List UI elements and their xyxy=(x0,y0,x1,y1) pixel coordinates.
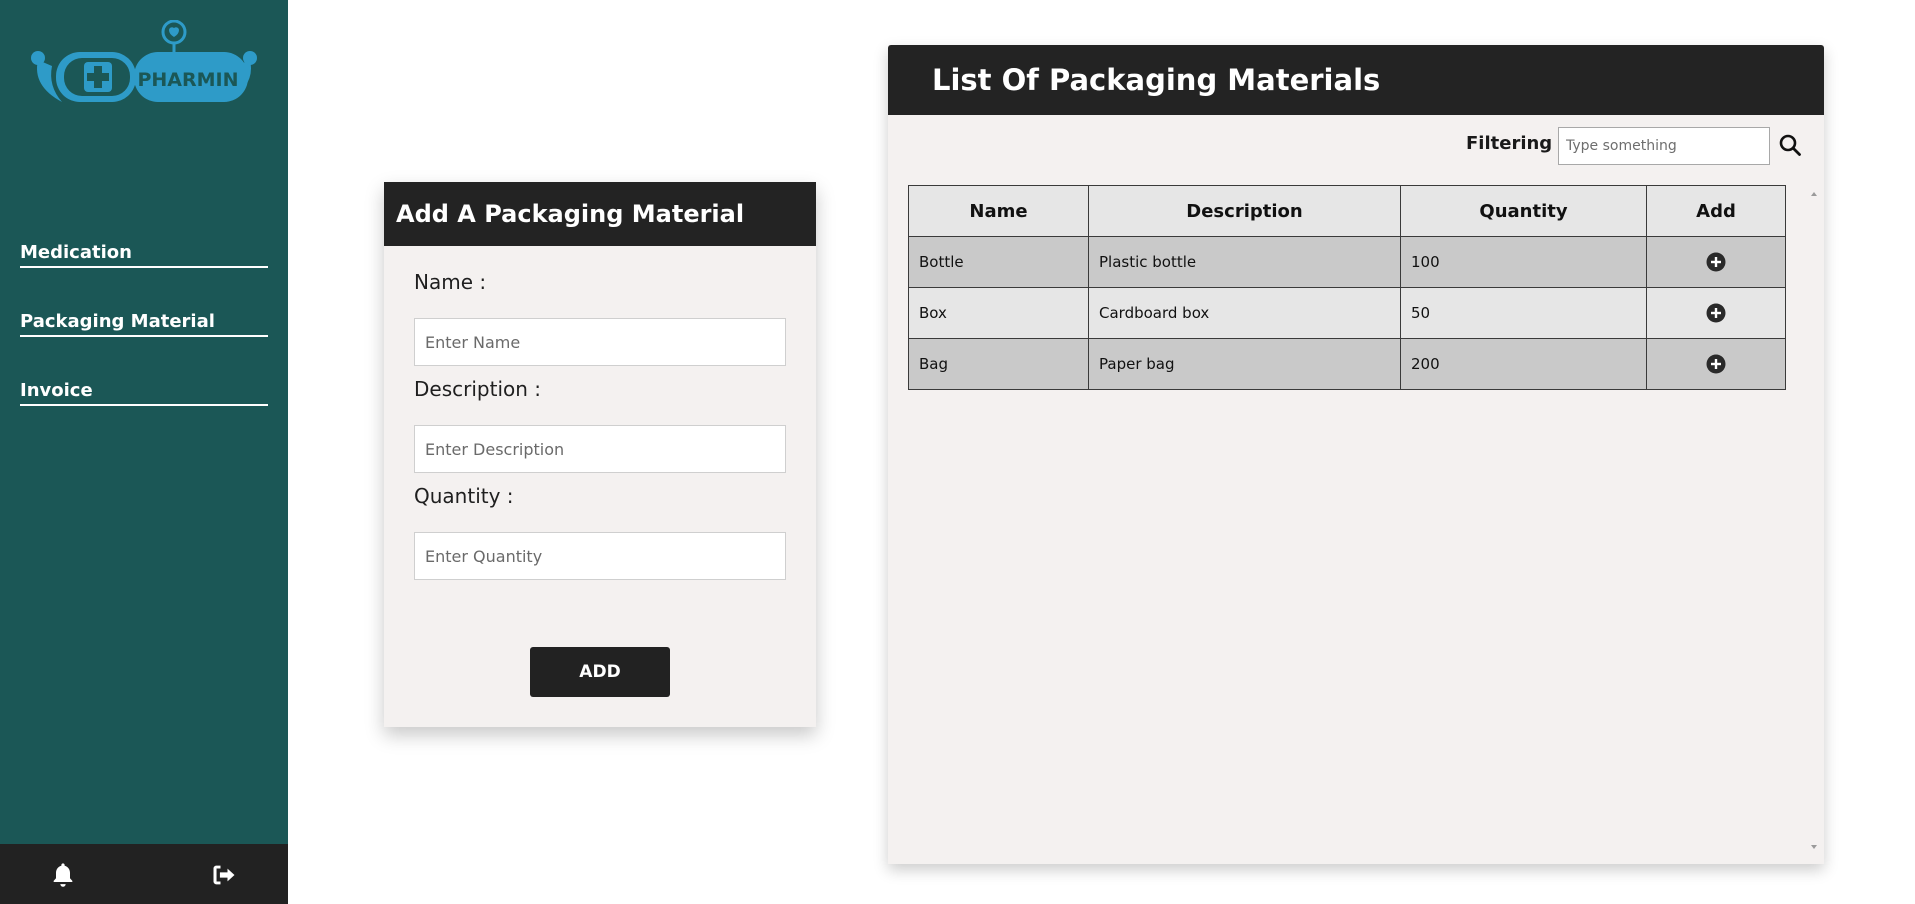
sidebar-item-invoice[interactable]: Invoice xyxy=(20,380,268,406)
cell-add xyxy=(1646,338,1786,390)
cell-description: Paper bag xyxy=(1088,338,1401,390)
description-label: Description : xyxy=(414,377,542,401)
scroll-down-arrow-icon[interactable] xyxy=(1810,843,1818,851)
cell-add xyxy=(1646,236,1786,288)
search-icon[interactable] xyxy=(1778,133,1802,157)
add-circle-icon[interactable] xyxy=(1706,252,1726,272)
table-header-row: Name Description Quantity Add xyxy=(908,185,1786,237)
sidebar-nav: Medication Packaging Material Invoice xyxy=(20,242,268,449)
column-header-quantity: Quantity xyxy=(1400,185,1647,237)
cell-description: Plastic bottle xyxy=(1088,236,1401,288)
cell-name: Bottle xyxy=(908,236,1089,288)
sidebar: PHARMIN Medication Packaging Material In… xyxy=(0,0,288,904)
cell-name: Bag xyxy=(908,338,1089,390)
cell-quantity: 50 xyxy=(1400,287,1647,339)
bell-icon[interactable] xyxy=(49,861,77,889)
logo-text: PHARMIN xyxy=(137,69,238,91)
sidebar-item-packaging-material[interactable]: Packaging Material xyxy=(20,311,268,337)
add-circle-icon[interactable] xyxy=(1706,354,1726,374)
sidebar-item-medication[interactable]: Medication xyxy=(20,242,268,268)
scroll-up-arrow-icon[interactable] xyxy=(1810,190,1818,198)
cell-quantity: 200 xyxy=(1400,338,1647,390)
cell-quantity: 100 xyxy=(1400,236,1647,288)
pharmin-logo: PHARMIN xyxy=(31,20,257,102)
materials-list: List Of Packaging Materials Filtering : … xyxy=(888,45,1824,864)
filter-label: Filtering : xyxy=(1466,133,1566,154)
column-header-add: Add xyxy=(1646,185,1786,237)
column-header-description: Description xyxy=(1088,185,1401,237)
form-title: Add A Packaging Material xyxy=(384,182,816,246)
add-circle-icon[interactable] xyxy=(1706,303,1726,323)
add-material-form: Add A Packaging Material Name : Descript… xyxy=(384,182,816,727)
table-row: Bottle Plastic bottle 100 xyxy=(908,236,1786,288)
cell-name: Box xyxy=(908,287,1089,339)
name-input[interactable] xyxy=(414,318,786,366)
cell-add xyxy=(1646,287,1786,339)
description-input[interactable] xyxy=(414,425,786,473)
quantity-input[interactable] xyxy=(414,532,786,580)
table-row: Bag Paper bag 200 xyxy=(908,338,1786,390)
column-header-name: Name xyxy=(908,185,1089,237)
name-label: Name : xyxy=(414,270,487,294)
filter-input[interactable] xyxy=(1558,127,1770,165)
quantity-label: Quantity : xyxy=(414,484,514,508)
logout-icon[interactable] xyxy=(210,861,238,889)
cell-description: Cardboard box xyxy=(1088,287,1401,339)
list-title: List Of Packaging Materials xyxy=(888,45,1824,115)
sidebar-footer xyxy=(0,844,288,904)
table-row: Box Cardboard box 50 xyxy=(908,287,1786,339)
add-button[interactable]: ADD xyxy=(530,647,670,697)
materials-table: Name Description Quantity Add Bottle Pla… xyxy=(908,185,1786,390)
